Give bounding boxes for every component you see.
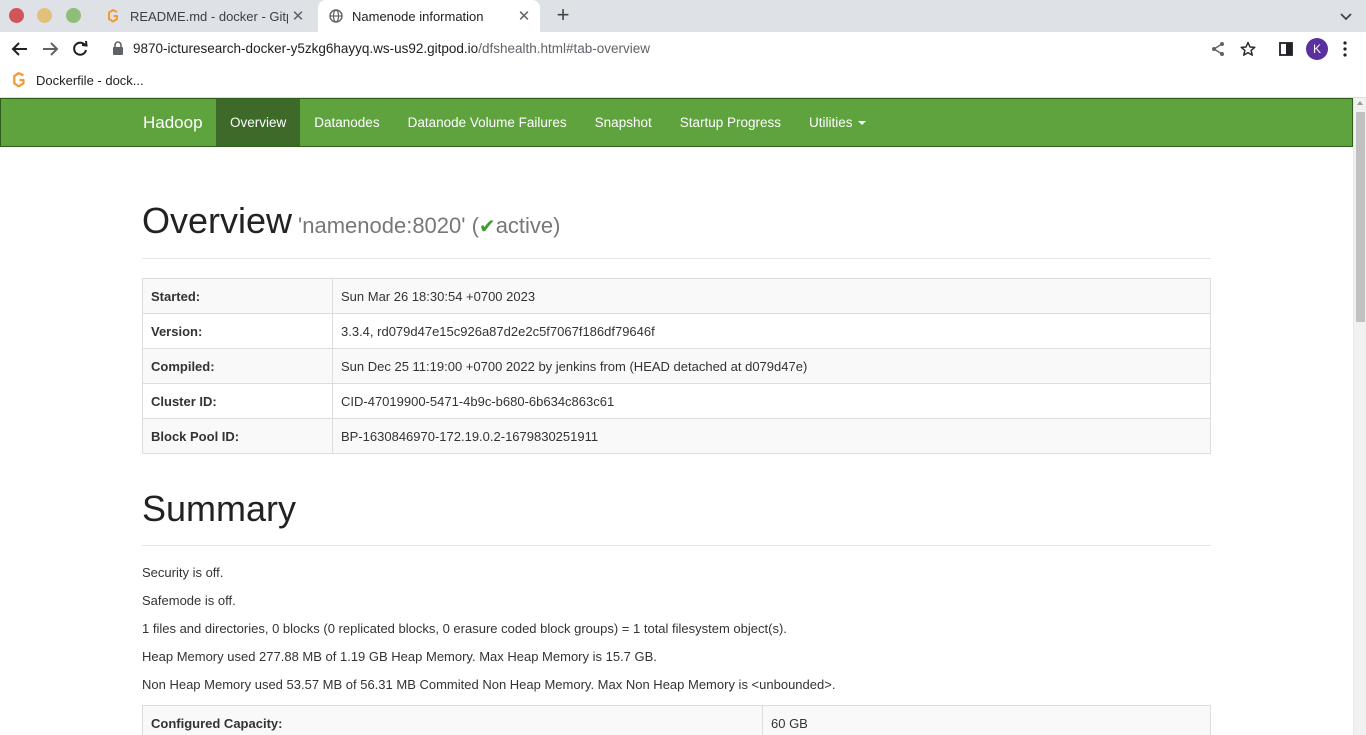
hadoop-navbar: Hadoop Overview Datanodes Datanode Volum… [0,98,1353,147]
scroll-up-icon[interactable] [1357,101,1363,105]
back-icon[interactable] [10,39,30,59]
caret-down-icon [857,121,866,126]
row-key: Compiled: [142,348,333,384]
table-row: Compiled: Sun Dec 25 11:19:00 +0700 2022 … [142,348,1211,384]
check-icon: ✔ [478,216,496,238]
chevron-down-icon[interactable] [1338,6,1354,26]
row-value: 60 GB [762,705,1211,735]
gitpod-icon [106,8,122,24]
avatar[interactable]: K [1306,38,1328,60]
row-value: Sun Mar 26 18:30:54 +0700 2023 [332,278,1211,314]
summary-lines: Security is off. Safemode is off. 1 file… [142,564,835,704]
row-key: Started: [142,278,333,314]
divider [142,545,1211,546]
browser-tab-readme[interactable]: README.md - docker - Gitpod ✕ [96,0,314,32]
table-row: Started: Sun Mar 26 18:30:54 +0700 2023 [142,278,1211,314]
forward-icon[interactable] [40,39,60,59]
tab-strip: README.md - docker - Gitpod ✕ Namenode i… [0,0,1366,32]
lock-icon[interactable] [112,41,124,55]
address-bar[interactable]: 9870-icturesearch-docker-y5zkg6hayyq.ws-… [133,41,650,56]
paren-open: ( [471,213,479,238]
nav-startup-progress[interactable]: Startup Progress [666,99,795,146]
tab-title: Namenode information [352,8,484,24]
overview-title: Overview [142,200,293,241]
summary-heading: Summary [142,488,297,529]
paren-close: ) [553,213,561,238]
nav-utilities-dropdown[interactable]: Utilities [795,99,880,146]
overview-table: Started: Sun Mar 26 18:30:54 +0700 2023 V… [142,278,1211,454]
nav-datanodes[interactable]: Datanodes [300,99,393,146]
row-value: Sun Dec 25 11:19:00 +0700 2022 by jenkin… [332,348,1211,384]
table-row: Configured Capacity: 60 GB [142,705,1211,735]
row-value: 3.3.4, rd079d47e15c926a87d2e2c5f7067f186… [332,313,1211,349]
namenode-name: 'namenode:8020' [298,213,466,238]
gitpod-icon [12,72,28,88]
summary-line: Heap Memory used 277.88 MB of 1.19 GB He… [142,649,657,664]
capacity-table: Configured Capacity: 60 GB [142,705,1211,735]
window-maximize-button[interactable] [66,8,81,23]
nav-menu: Overview Datanodes Datanode Volume Failu… [216,99,880,146]
tab-title: README.md - docker - Gitpod [130,8,288,24]
summary-line: Non Heap Memory used 53.57 MB of 56.31 M… [142,677,836,692]
table-row: Version: 3.3.4, rd079d47e15c926a87d2e2c5f… [142,313,1211,349]
namenode-address: 'namenode:8020' (✔active) [298,213,560,238]
row-value: BP-1630846970-172.19.0.2-1679830251911 [332,418,1211,454]
overview-heading: Overview'namenode:8020' (✔active) [142,200,561,242]
row-key: Block Pool ID: [142,418,333,454]
bookmarks-bar [0,66,1366,98]
page-viewport: Hadoop Overview Datanodes Datanode Volum… [0,98,1353,735]
row-key: Version: [142,313,333,349]
page-scrollbar[interactable] [1353,98,1366,735]
summary-line: Safemode is off. [142,593,236,608]
nav-datanode-volume-failures[interactable]: Datanode Volume Failures [394,99,581,146]
table-row: Block Pool ID: BP-1630846970-172.19.0.2-1… [142,418,1211,454]
close-tab-icon[interactable]: ✕ [514,7,534,25]
side-panel-icon[interactable] [1276,39,1296,59]
row-key: Cluster ID: [142,383,333,419]
nav-utilities-label: Utilities [809,115,853,130]
divider [142,258,1211,259]
summary-line: Security is off. [142,565,224,580]
new-tab-icon[interactable]: + [552,4,574,26]
window-minimize-button[interactable] [37,8,52,23]
share-icon[interactable] [1208,39,1228,59]
url-host: 9870-icturesearch-docker-y5zkg6hayyq.ws-… [133,41,479,56]
close-tab-icon[interactable]: ✕ [288,7,308,25]
browser-tab-namenode[interactable]: Namenode information ✕ [318,0,540,32]
row-value: CID-47019900-5471-4b9c-b680-6b634c863c61 [332,383,1211,419]
reload-icon[interactable] [70,39,90,59]
namenode-state: active [495,213,554,238]
row-key: Configured Capacity: [142,705,763,735]
window-close-button[interactable] [9,8,24,23]
summary-line: 1 files and directories, 0 blocks (0 rep… [142,621,787,636]
scrollbar-thumb[interactable] [1356,112,1365,322]
brand-link[interactable]: Hadoop [143,99,203,146]
nav-overview[interactable]: Overview [216,99,301,146]
bookmark-dockerfile[interactable]: Dockerfile - dock... [12,72,144,88]
bookmark-label: Dockerfile - dock... [36,72,144,88]
nav-snapshot[interactable]: Snapshot [581,99,666,146]
table-row: Cluster ID: CID-47019900-5471-4b9c-b680-6… [142,383,1211,419]
globe-icon [328,8,344,24]
menu-icon[interactable] [1342,40,1348,58]
url-path: /dfshealth.html#tab-overview [478,41,651,56]
star-icon[interactable] [1238,39,1258,59]
